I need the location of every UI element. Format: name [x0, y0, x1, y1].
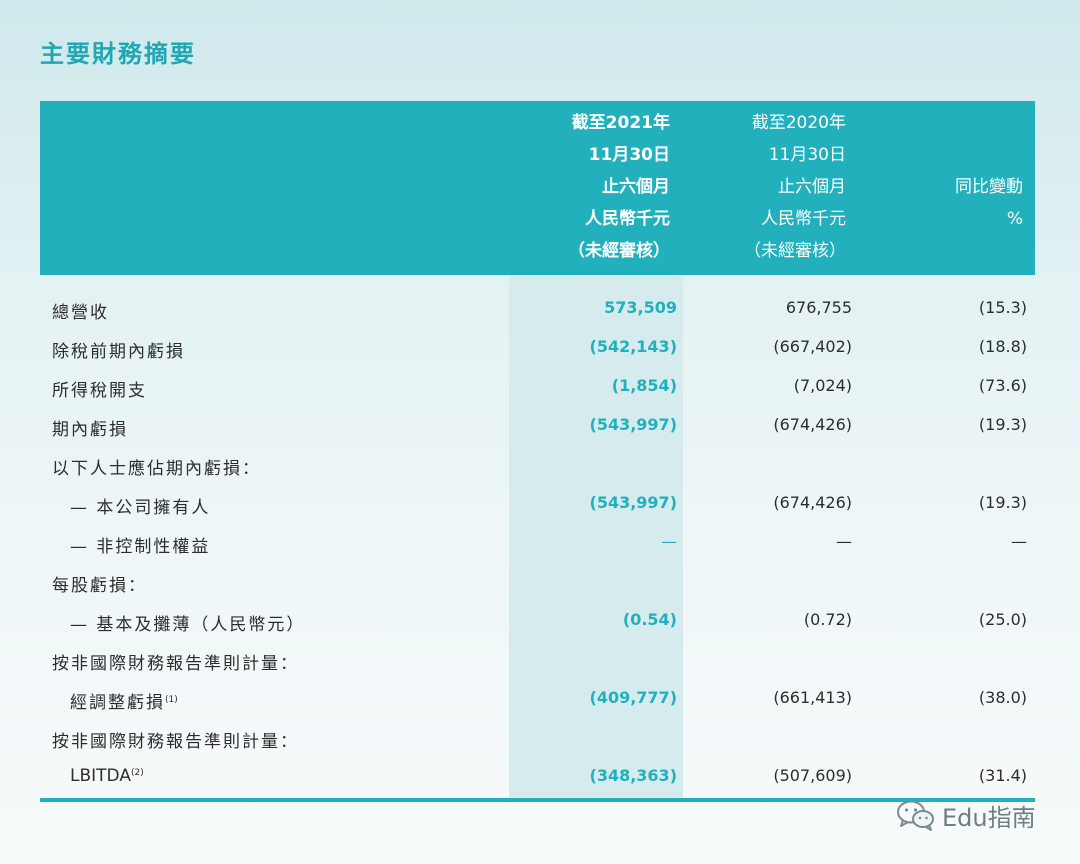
value-2021: (0.54) [622, 610, 677, 629]
row-label-text: 經調整虧損 [70, 693, 165, 713]
page-title: 主要財務摘要 [40, 40, 196, 68]
header-2020-line: 人民幣千元 [761, 209, 846, 229]
header-2020-line: （未經審核） [744, 241, 846, 261]
value-2020: (674,426) [773, 415, 852, 434]
table-bottom-rule [40, 798, 1035, 802]
table-row: 按非國際財務報告準則計量： [40, 723, 1035, 752]
row-label: — 基本及攤薄（人民幣元） [70, 615, 306, 635]
table-row: — 非控制性權益 — — — [40, 528, 1035, 557]
row-label: — 本公司擁有人 [70, 498, 211, 518]
value-change: — [1011, 532, 1027, 551]
header-2021-line: 11月30日 [588, 145, 670, 165]
value-2020: (667,402) [773, 337, 852, 356]
header-change-line [823, 113, 1023, 145]
value-2021: — [661, 532, 677, 551]
value-change: (19.3) [978, 493, 1027, 512]
table-row: 經調整虧損(1) (409,777) (661,413) (38.0) [40, 684, 1035, 713]
row-label: 每股虧損： [52, 576, 147, 596]
table-row: LBITDA(2) (348,363) (507,609) (31.4) [40, 762, 1035, 790]
value-2020: (0.72) [803, 610, 852, 629]
header-2021-line: （未經審核） [568, 241, 670, 261]
value-2020: (674,426) [773, 493, 852, 512]
row-label: 經調整虧損(1) [70, 688, 178, 713]
value-2020: (7,024) [793, 376, 852, 395]
table-row: — 基本及攤薄（人民幣元） (0.54) (0.72) (25.0) [40, 606, 1035, 635]
wechat-icon [897, 800, 934, 831]
header-2020-line: 止六個月 [778, 177, 846, 197]
table-row: 所得稅開支 (1,854) (7,024) (73.6) [40, 372, 1035, 401]
table-row: 除稅前期內虧損 (542,143) (667,402) (18.8) [40, 333, 1035, 362]
value-change: (31.4) [978, 766, 1027, 785]
table-row: 每股虧損： [40, 567, 1035, 596]
value-change: (18.8) [978, 337, 1027, 356]
value-2020: — [836, 532, 852, 551]
value-change: (15.3) [978, 298, 1027, 317]
header-change-line: % [1006, 209, 1023, 229]
footnote-marker: (2) [130, 768, 144, 778]
value-2021: (542,143) [589, 337, 678, 356]
row-label-text: LBITDA [70, 766, 131, 786]
value-change: (73.6) [978, 376, 1027, 395]
footnote-marker: (1) [165, 695, 178, 705]
row-label: 除稅前期內虧損 [52, 342, 185, 362]
value-2021: 573,509 [604, 298, 677, 317]
table-row: 期內虧損 (543,997) (674,426) (19.3) [40, 411, 1035, 440]
row-label: 總營收 [52, 303, 109, 323]
header-2020: 截至2020年 11月30日 止六個月 人民幣千元 （未經審核） [646, 113, 846, 273]
value-change: (25.0) [978, 610, 1027, 629]
watermark-text: Edu指南 [942, 804, 1036, 832]
value-2021: (543,997) [589, 493, 678, 512]
row-label: 所得稅開支 [52, 381, 147, 401]
header-2021-line: 人民幣千元 [585, 209, 670, 229]
header-2021-line: 截至2021年 [571, 113, 670, 133]
table-row: — 本公司擁有人 (543,997) (674,426) (19.3) [40, 489, 1035, 518]
watermark: Edu指南 [896, 798, 1036, 833]
header-2020-line: 11月30日 [768, 145, 846, 165]
header-change-line [823, 241, 1023, 273]
table-row: 以下人士應佔期內虧損： [40, 450, 1035, 479]
row-label: 期內虧損 [52, 420, 128, 440]
value-2020: 676,755 [785, 298, 852, 317]
table-row: 按非國際財務報告準則計量： [40, 645, 1035, 674]
header-change-line: 同比變動 [955, 177, 1023, 197]
table-row: 總營收 573,509 676,755 (15.3) [40, 294, 1035, 323]
value-change: (38.0) [978, 688, 1027, 707]
value-2020: (661,413) [773, 688, 852, 707]
header-change-line [823, 145, 1023, 177]
row-label: 以下人士應佔期內虧損： [52, 459, 261, 479]
value-2020: (507,609) [773, 766, 852, 785]
header-2021-line: 止六個月 [602, 177, 670, 197]
header-change: 同比變動 % [823, 113, 1023, 273]
row-label: 按非國際財務報告準則計量： [52, 654, 299, 674]
value-2021: (348,363) [589, 766, 678, 785]
value-2021: (409,777) [589, 688, 678, 707]
financial-summary-table: 截至2021年 11月30日 止六個月 人民幣千元 （未經審核） 截至2020年… [40, 101, 1035, 802]
value-2021: (1,854) [611, 376, 677, 395]
header-2020-line: 截至2020年 [751, 113, 846, 133]
table-header: 截至2021年 11月30日 止六個月 人民幣千元 （未經審核） 截至2020年… [40, 101, 1035, 275]
value-change: (19.3) [978, 415, 1027, 434]
value-2021: (543,997) [589, 415, 678, 434]
row-label: — 非控制性權益 [70, 537, 211, 557]
header-2021: 截至2021年 11月30日 止六個月 人民幣千元 （未經審核） [470, 113, 670, 273]
row-label: 按非國際財務報告準則計量： [52, 732, 299, 752]
row-label: LBITDA(2) [70, 766, 144, 786]
